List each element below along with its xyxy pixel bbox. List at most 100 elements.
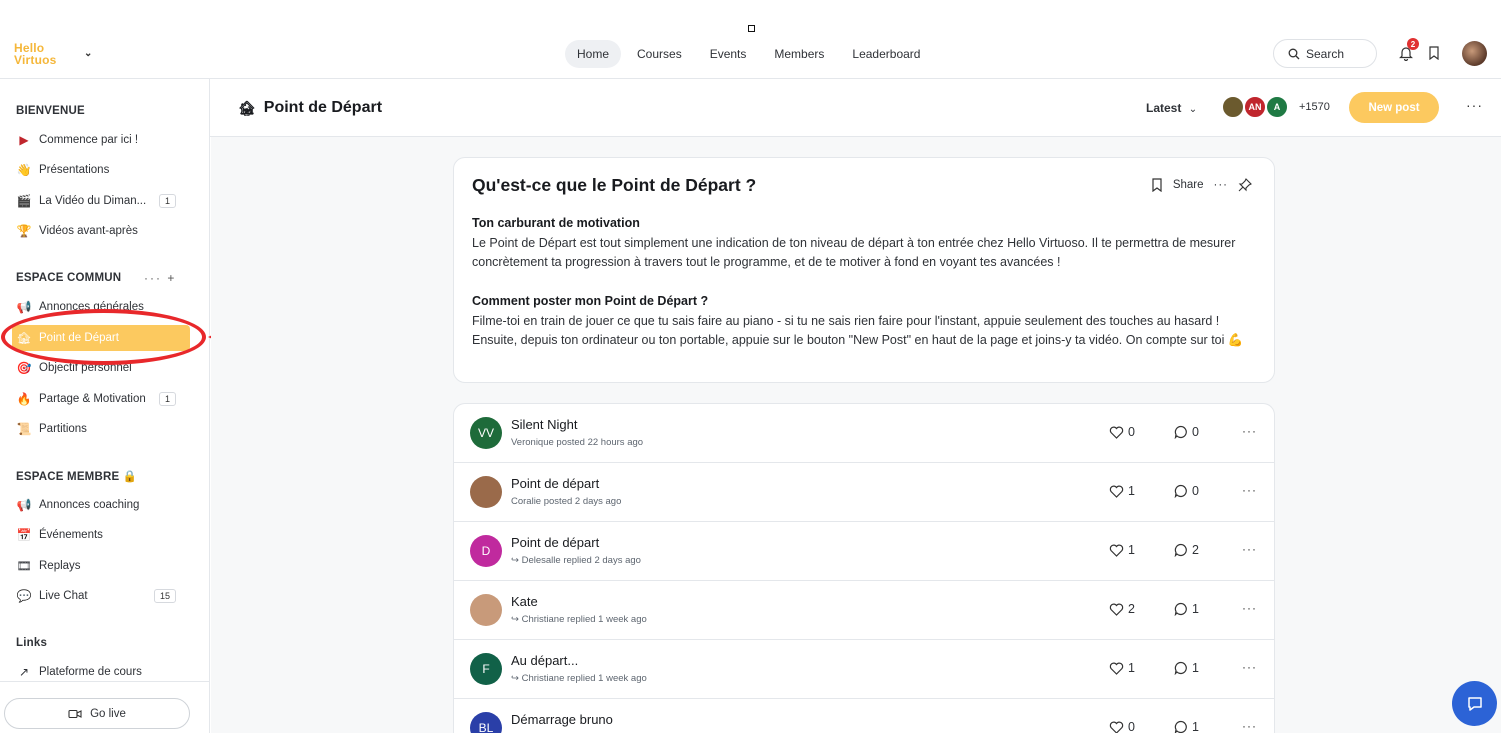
post-row[interactable]: D Point de départ ↪ Delesalle replied 2 da… bbox=[454, 522, 1274, 581]
sidebar-item-point-de-depart[interactable]: 🏚 Point de Départ bbox=[12, 325, 190, 351]
post-row[interactable]: BLDémarrage bruno↪ Christiane replied 1 … bbox=[454, 699, 1274, 733]
go-live-button[interactable]: Go live bbox=[4, 698, 190, 729]
sidebar: BIENVENUE ▶ Commence par ici ! 👋 Présentat… bbox=[0, 79, 210, 733]
heart-icon bbox=[1109, 426, 1124, 439]
section-title-bienvenue: BIENVENUE bbox=[16, 105, 85, 117]
post-row[interactable]: F Au départ... ↪ Christiane replied 1 week… bbox=[454, 640, 1274, 699]
nav-events[interactable]: Events bbox=[698, 40, 759, 68]
sidebar-item-replays[interactable]: 🎞 Replays bbox=[16, 553, 190, 579]
chevron-down-icon[interactable]: ⌄ bbox=[84, 48, 93, 60]
post-title[interactable]: Démarrage bruno bbox=[511, 712, 613, 727]
chat-widget-button[interactable] bbox=[1452, 681, 1497, 726]
user-avatar[interactable] bbox=[1462, 41, 1487, 66]
notifications-button[interactable]: 2 bbox=[1396, 38, 1419, 63]
sidebar-item-annonces-generales[interactable]: 📢 Annonces générales bbox=[16, 294, 190, 320]
section-actions[interactable]: ··· + bbox=[144, 271, 176, 285]
share-button[interactable]: Share bbox=[1173, 179, 1204, 191]
sidebar-item-evenements[interactable]: 📅 Événements bbox=[16, 522, 190, 548]
post-row[interactable]: Kate ↪ Christiane replied 1 week ago 2 1 ··· bbox=[454, 581, 1274, 640]
like-button[interactable]: 1 bbox=[1109, 543, 1135, 557]
like-button[interactable]: 0 bbox=[1109, 720, 1135, 733]
sidebar-item-objectif-personnel[interactable]: 🎯 Objectif personnel bbox=[16, 355, 190, 381]
bookmark-icon[interactable] bbox=[1151, 178, 1163, 192]
sidebar-item-presentations[interactable]: 👋 Présentations bbox=[16, 157, 190, 183]
post-title[interactable]: Kate bbox=[511, 594, 538, 609]
intro-paragraph-2: Filme-toi en train de jouer ce que tu sa… bbox=[472, 313, 1244, 348]
sort-dropdown[interactable]: Latest ⌄ bbox=[1146, 101, 1197, 115]
house-icon: 🏚 bbox=[238, 99, 256, 116]
comment-button[interactable]: 1 bbox=[1174, 661, 1199, 675]
like-button[interactable]: 0 bbox=[1109, 425, 1135, 439]
post-row[interactable]: VV Silent Night Veronique posted 22 hours … bbox=[454, 404, 1274, 463]
comment-button[interactable]: 2 bbox=[1174, 543, 1199, 557]
more-options-icon[interactable]: ··· bbox=[1242, 542, 1257, 556]
author-avatar[interactable] bbox=[470, 594, 502, 626]
heart-icon bbox=[1109, 544, 1124, 557]
sidebar-item-label: Annonces générales bbox=[39, 301, 144, 313]
sidebar-item-label: Live Chat bbox=[39, 590, 88, 602]
sidebar-item-annonces-coaching[interactable]: 📢 Annonces coaching bbox=[16, 492, 190, 518]
nav-members[interactable]: Members bbox=[762, 40, 836, 68]
like-button[interactable]: 2 bbox=[1109, 602, 1135, 616]
house-icon: 🏚 bbox=[16, 331, 32, 345]
author-avatar[interactable]: F bbox=[470, 653, 502, 685]
post-title[interactable]: Au départ... bbox=[511, 653, 578, 668]
section-title-links: Links bbox=[16, 637, 48, 649]
like-button[interactable]: 1 bbox=[1109, 484, 1135, 498]
section-title-espace-membre: ESPACE MEMBRE 🔒 bbox=[16, 471, 138, 483]
more-options-icon[interactable]: ··· bbox=[1466, 97, 1483, 113]
nav-leaderboard[interactable]: Leaderboard bbox=[840, 40, 932, 68]
sidebar-item-videos-avant-apres[interactable]: 🏆 Vidéos avant-après bbox=[16, 218, 190, 244]
logo-line-2: Virtuos bbox=[14, 53, 57, 67]
sidebar-item-label: Plateforme de cours bbox=[39, 666, 142, 678]
like-count: 1 bbox=[1128, 543, 1135, 557]
post-title[interactable]: Silent Night bbox=[511, 417, 577, 432]
section-title-espace-commun: ESPACE COMMUN bbox=[16, 272, 122, 284]
more-options-icon[interactable]: ··· bbox=[1242, 719, 1257, 733]
like-count: 1 bbox=[1128, 661, 1135, 675]
speech-icon: 💬 bbox=[16, 589, 32, 603]
member-avatars[interactable]: AN A bbox=[1221, 95, 1289, 119]
bookmarks-button[interactable] bbox=[1424, 43, 1444, 63]
pin-icon[interactable] bbox=[1238, 178, 1252, 192]
nav-home[interactable]: Home bbox=[565, 40, 622, 68]
search-button[interactable]: Search bbox=[1273, 39, 1377, 68]
member-avatar: AN bbox=[1243, 95, 1267, 119]
like-count: 0 bbox=[1128, 425, 1135, 439]
more-options-icon[interactable]: ··· bbox=[1242, 601, 1257, 615]
more-options-icon[interactable]: ··· bbox=[1242, 483, 1257, 497]
comment-button[interactable]: 0 bbox=[1174, 425, 1199, 439]
more-options-icon[interactable]: ··· bbox=[1242, 424, 1257, 438]
go-live-footer: Go live bbox=[0, 681, 210, 733]
post-title[interactable]: Point de départ bbox=[511, 476, 599, 491]
comment-count: 1 bbox=[1192, 720, 1199, 733]
comment-button[interactable]: 1 bbox=[1174, 720, 1199, 733]
more-options-icon[interactable]: ··· bbox=[1214, 179, 1229, 191]
post-row[interactable]: Point de départ Coralie posted 2 days ago… bbox=[454, 463, 1274, 522]
sidebar-item-label: Commence par ici ! bbox=[39, 134, 139, 146]
brand-logo[interactable]: Hello Virtuos ⌄ bbox=[14, 42, 92, 67]
author-avatar[interactable] bbox=[470, 476, 502, 508]
author-avatar[interactable]: VV bbox=[470, 417, 502, 449]
author-avatar[interactable]: D bbox=[470, 535, 502, 567]
chevron-down-icon: ⌄ bbox=[1188, 104, 1198, 115]
sidebar-item-partage-motivation[interactable]: 🔥 Partage & Motivation 1 bbox=[16, 386, 190, 412]
heart-icon bbox=[1109, 485, 1124, 498]
sidebar-item-partitions[interactable]: 📜 Partitions bbox=[16, 416, 190, 442]
author-avatar[interactable]: BL bbox=[470, 712, 502, 733]
member-avatar bbox=[1221, 95, 1245, 119]
nav-courses[interactable]: Courses bbox=[625, 40, 694, 68]
sidebar-item-live-chat[interactable]: 💬 Live Chat 15 bbox=[16, 583, 190, 609]
new-post-button[interactable]: New post bbox=[1349, 92, 1439, 123]
more-options-icon[interactable]: ··· bbox=[1242, 660, 1257, 674]
comment-button[interactable]: 0 bbox=[1174, 484, 1199, 498]
sidebar-item-video-dimanche[interactable]: 🎬 La Vidéo du Diman... 1 bbox=[16, 188, 190, 214]
comment-icon bbox=[1174, 661, 1187, 675]
comment-button[interactable]: 1 bbox=[1174, 602, 1199, 616]
post-title[interactable]: Point de départ bbox=[511, 535, 599, 550]
sidebar-item-label: Objectif personnel bbox=[39, 362, 132, 374]
like-button[interactable]: 1 bbox=[1109, 661, 1135, 675]
intro-card: Qu'est-ce que le Point de Départ ? Share… bbox=[453, 157, 1275, 383]
sidebar-item-commence[interactable]: ▶ Commence par ici ! bbox=[16, 127, 190, 153]
calendar-icon: 📅 bbox=[16, 528, 32, 542]
